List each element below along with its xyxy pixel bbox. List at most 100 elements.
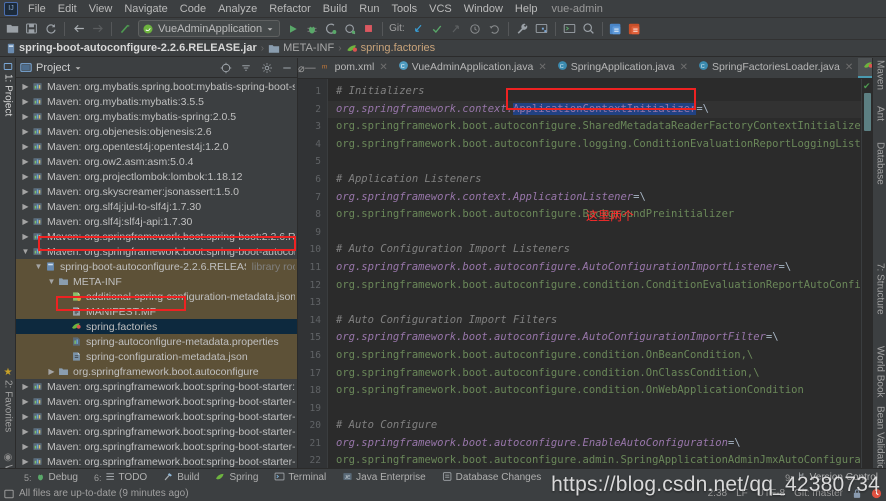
tree-expand-arrow[interactable]: ▶ xyxy=(20,169,31,184)
code-line[interactable]: org.springframework.boot.autoconfigure.c… xyxy=(336,277,861,295)
tree-expand-arrow[interactable]: ▶ xyxy=(20,139,31,154)
tab-close-icon[interactable]: ✕ xyxy=(538,62,546,73)
menu-navigate[interactable]: Navigate xyxy=(118,2,173,16)
code-line[interactable]: org.springframework.context.ApplicationC… xyxy=(328,100,861,119)
tree-expand-arrow[interactable]: ▶ xyxy=(20,124,31,139)
hide-panel-icon[interactable] xyxy=(281,62,293,74)
back-arrow-icon[interactable] xyxy=(69,20,88,38)
tree-row[interactable]: ▼ spring-boot-autoconfigure-2.2.6.RELEASE… xyxy=(16,259,297,274)
tool-window-button-favorites[interactable]: ★ 2: Favorites xyxy=(2,367,13,432)
tree-row[interactable]: ▶ Maven: org.springframework.boot:spring-… xyxy=(16,454,297,468)
code-line[interactable]: # Auto Configuration Import Filters xyxy=(336,312,861,330)
code-editor[interactable]: 1234567891011121314151617181920212223 # … xyxy=(298,79,872,468)
code-line[interactable]: org.springframework.boot.autoconfigure.l… xyxy=(336,136,861,154)
git-branch[interactable]: Git: master xyxy=(794,488,843,499)
code-content[interactable]: # Initializers org.springframework.contex… xyxy=(328,79,861,468)
tree-row[interactable]: ▶ Maven: org.springframework.boot:spring-… xyxy=(16,439,297,454)
tree-expand-arrow[interactable]: ▶ xyxy=(20,379,31,394)
tree-expand-arrow[interactable]: ▶ xyxy=(20,109,31,124)
tree-expand-arrow[interactable]: ▼ xyxy=(20,244,31,259)
editor-tab[interactable]: C SpringFactoriesLoader.java ✕ xyxy=(693,58,858,78)
breadcrumb-item-metainf[interactable]: META-INF xyxy=(268,42,334,54)
tool-window-button-structure[interactable]: 7: Structure xyxy=(874,263,885,315)
editor-tab[interactable]: m pom.xml ✕ xyxy=(316,58,393,78)
tab-list-icon[interactable]: ⌀ xyxy=(298,58,305,78)
code-line[interactable]: # Auto Configure xyxy=(336,417,861,435)
project-tree[interactable]: ▶ Maven: org.mybatis.spring.boot:mybatis-… xyxy=(16,78,297,468)
breadcrumb-item-jar[interactable]: spring-boot-autoconfigure-2.2.6.RELEASE.… xyxy=(6,42,257,54)
sync-refresh-icon[interactable] xyxy=(41,20,60,38)
editor-tab[interactable]: C SpringApplication.java ✕ xyxy=(552,58,693,78)
tree-row[interactable]: spring-configuration-metadata.json xyxy=(16,349,297,364)
caret-position[interactable]: 2:38 xyxy=(708,488,727,499)
scope-target-icon[interactable] xyxy=(220,62,232,74)
terminal-icon[interactable] xyxy=(560,20,579,38)
bottom-tool-button[interactable]: Spring xyxy=(207,469,266,487)
tool-window-button-bean-validation[interactable]: Bean Validation xyxy=(874,406,885,475)
menu-file[interactable]: File xyxy=(22,2,52,16)
tree-row[interactable]: ▶ Maven: org.opentest4j:opentest4j:1.2.0 xyxy=(16,139,297,154)
tree-row[interactable]: ▶ Maven: org.mybatis:mybatis:3.5.5 xyxy=(16,94,297,109)
db-red-icon[interactable] xyxy=(626,20,645,38)
update-project-icon[interactable] xyxy=(409,20,428,38)
line-separator[interactable]: LF xyxy=(736,488,748,499)
tree-expand-arrow[interactable]: ▶ xyxy=(20,214,31,229)
tree-row[interactable]: ▶ Maven: org.springframework.boot:spring-… xyxy=(16,409,297,424)
rollback-icon[interactable] xyxy=(485,20,504,38)
tree-expand-arrow[interactable]: ▶ xyxy=(20,199,31,214)
menu-code[interactable]: Code xyxy=(174,2,212,16)
run-icon[interactable] xyxy=(283,20,302,38)
tree-expand-arrow[interactable]: ▶ xyxy=(20,229,31,244)
menu-help[interactable]: Help xyxy=(509,2,544,16)
menu-vcs[interactable]: VCS xyxy=(423,2,458,16)
tool-window-button-project[interactable]: 1: Project xyxy=(2,62,13,116)
last-edit-location-icon[interactable] xyxy=(116,20,135,38)
code-line[interactable] xyxy=(336,224,861,242)
bottom-tool-button[interactable]: 6: TODO xyxy=(86,469,155,487)
tab-close-icon[interactable]: ✕ xyxy=(379,62,387,73)
tree-row[interactable]: ▶ Maven: org.ow2.asm:asm:5.0.4 xyxy=(16,154,297,169)
tree-row[interactable]: ▶ org.springframework.boot.autoconfigure xyxy=(16,364,297,379)
tree-row[interactable]: MANIFEST.MF xyxy=(16,304,297,319)
code-line[interactable]: org.springframework.boot.autoconfigure.a… xyxy=(336,452,861,468)
tree-expand-arrow[interactable]: ▶ xyxy=(20,184,31,199)
tree-row[interactable]: ▶ Maven: org.slf4j:slf4j-api:1.7.30 xyxy=(16,214,297,229)
editor-tab[interactable]: spring.factories✕ xyxy=(858,58,872,78)
code-line[interactable]: org.springframework.boot.autoconfigure.E… xyxy=(336,435,861,453)
tab-hide-icon[interactable]: — xyxy=(305,58,316,78)
run-configuration-selector[interactable]: VueAdminApplication xyxy=(138,20,281,37)
menu-run[interactable]: Run xyxy=(353,2,385,16)
tree-row[interactable]: ▶ Maven: org.springframework.boot:spring-… xyxy=(16,394,297,409)
stop-icon[interactable] xyxy=(359,20,378,38)
code-line[interactable]: org.springframework.boot.autoconfigure.c… xyxy=(336,365,861,383)
tree-expand-arrow[interactable]: ▶ xyxy=(46,364,57,379)
tree-row[interactable]: ▶ Maven: org.projectlombok:lombok:1.18.12 xyxy=(16,169,297,184)
code-line[interactable]: org.springframework.boot.autoconfigure.c… xyxy=(336,347,861,365)
tree-expand-arrow[interactable]: ▶ xyxy=(20,409,31,424)
project-structure-icon[interactable] xyxy=(532,20,551,38)
tab-close-icon[interactable]: ✕ xyxy=(845,62,853,73)
editor-tab[interactable]: C VueAdminApplication.java ✕ xyxy=(393,58,552,78)
search-everywhere-icon[interactable] xyxy=(579,20,598,38)
tree-expand-arrow[interactable]: ▶ xyxy=(20,454,31,468)
code-line[interactable]: # Auto Configuration Import Listeners xyxy=(336,241,861,259)
tree-expand-arrow[interactable]: ▶ xyxy=(20,439,31,454)
bottom-tool-button[interactable]: 9: Version Control xyxy=(777,469,886,487)
bottom-tool-button[interactable]: 5: Debug xyxy=(16,469,86,487)
code-line[interactable] xyxy=(336,400,861,418)
code-line[interactable]: org.springframework.boot.autoconfigure.A… xyxy=(336,329,861,347)
tree-expand-arrow[interactable]: ▶ xyxy=(20,79,31,94)
code-line[interactable]: # Initializers xyxy=(336,83,861,101)
code-line[interactable] xyxy=(336,294,861,312)
code-line[interactable]: org.springframework.context.ApplicationL… xyxy=(336,189,861,207)
code-line[interactable] xyxy=(336,153,861,171)
tree-row[interactable]: spring.factories xyxy=(16,319,297,334)
commit-check-icon[interactable] xyxy=(428,20,447,38)
tree-row[interactable]: ▶ Maven: org.springframework.boot:spring-… xyxy=(16,379,297,394)
save-all-icon[interactable] xyxy=(22,20,41,38)
lock-icon[interactable] xyxy=(852,488,862,499)
tree-expand-arrow[interactable]: ▼ xyxy=(46,274,57,289)
settings-wrench-icon[interactable] xyxy=(513,20,532,38)
inspection-icon[interactable] xyxy=(871,488,882,499)
open-folder-icon[interactable] xyxy=(3,20,22,38)
